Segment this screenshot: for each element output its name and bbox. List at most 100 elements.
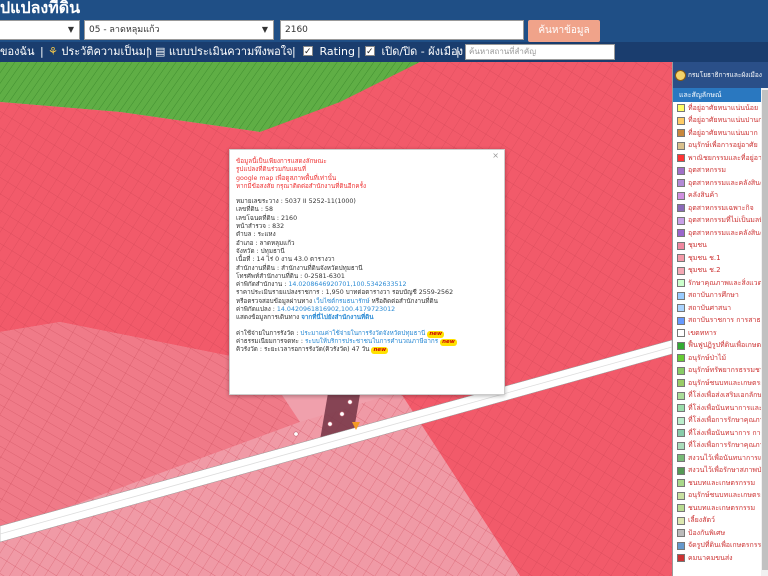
legend-label: ที่โล่งเพื่อนันทนาการและ bbox=[688, 403, 763, 412]
cityplan-checkbox[interactable] bbox=[365, 44, 375, 60]
info-office-phone: โทรศัพท์สำนักงานที่ดิน : 0-2581-6301 bbox=[236, 272, 345, 280]
legend-item: สถาบันการศึกษา bbox=[673, 290, 768, 303]
legend-swatch bbox=[677, 466, 685, 475]
legend-item: ที่โล่งเพื่อนันทนาการ การ bbox=[673, 427, 768, 440]
legend-item: ฟื้นฟูปฏิรูปที่ดินเพื่อเกษตรกรรม bbox=[673, 340, 768, 353]
legend-label: อุตสาหกรรม bbox=[688, 166, 726, 175]
province-select[interactable]: ▼ bbox=[0, 20, 80, 40]
legend-label: สงวนไว้เพื่อรักษาสภาพป่า bbox=[688, 466, 766, 475]
legend-label: คลังสินค้า bbox=[688, 191, 719, 200]
legend-label: จัดรูปที่ดินเพื่อเกษตรกรรม bbox=[688, 541, 766, 550]
legend-swatch bbox=[677, 516, 685, 525]
legend-swatch bbox=[677, 191, 685, 200]
legend-swatch bbox=[677, 291, 685, 300]
legend-item: ป้องกันพิเศษ bbox=[673, 527, 768, 540]
rating-checkbox[interactable] bbox=[303, 44, 313, 60]
legend-panel-header: กรมโยธาธิการและผังเมือง bbox=[673, 62, 768, 88]
legend-swatch bbox=[677, 491, 685, 500]
legend-item: อนุรักษ์เพื่อการอยู่อาศัย bbox=[673, 140, 768, 153]
office-coords-link[interactable]: 14.0208646920701,100.5342633512 bbox=[288, 281, 406, 288]
legend-label: สงวนไว้เพื่อนันทนาการและ bbox=[688, 453, 768, 462]
legend-item: อุตสาหกรรมและคลังสินค้า bbox=[673, 177, 768, 190]
department-logo-icon bbox=[675, 69, 686, 81]
info-directions: แสดงข้อมูลการเดินทาง จากที่นี่ไปยังสำนัก… bbox=[236, 314, 498, 322]
legend-swatch bbox=[677, 241, 685, 250]
legend-swatch bbox=[677, 416, 685, 425]
treasury-text: หรือตรวจสอบข้อมูลผ่านทาง bbox=[236, 297, 315, 305]
legend-item: อนุรักษ์ป่าไม้ bbox=[673, 352, 768, 365]
legend-label: คมนาคมขนส่ง bbox=[688, 553, 733, 562]
directions-link[interactable]: จากที่นี่ไปยังสำนักงานที่ดิน bbox=[301, 314, 373, 321]
legend-panel: กรมโยธาธิการและผังเมือง และสัญลักษณ์ ที่… bbox=[672, 62, 768, 576]
legend-item: พาณิชยกรรมและที่อยู่อาศัย bbox=[673, 152, 768, 165]
info-survey-page: หน้าสำรวจ : 832 bbox=[236, 223, 285, 231]
legend-swatch bbox=[677, 366, 685, 375]
toolbar-my-item[interactable]: ของฉัน bbox=[0, 44, 35, 60]
toolbar-survey-label: แบบประเมินความพึงพอใจ bbox=[168, 45, 293, 58]
legend-item: ที่โล่งเพื่อการรักษาคุณภาพ bbox=[673, 440, 768, 453]
legend-swatch bbox=[677, 341, 685, 350]
legend-item: เขตทหาร bbox=[673, 327, 768, 340]
legend-swatch bbox=[677, 129, 685, 138]
disclaimer-line: หากมีข้อสงสัย กรุณาติดต่อสำนักงานที่ดินอ… bbox=[236, 182, 367, 190]
info-appraisal-price: ราคาประเมินรายแปลงราชการ : 1,950 บาทต่อต… bbox=[236, 289, 454, 297]
toolbar-history[interactable]: ⚘ ประวัติความเป็นมา bbox=[48, 44, 152, 60]
toolbar-survey[interactable]: ▤ แบบประเมินความพึงพอใจ bbox=[155, 44, 293, 60]
legend-swatch bbox=[677, 529, 685, 538]
scrollbar-thumb[interactable] bbox=[762, 90, 768, 570]
header-bar: ปแปลงที่ดิน ▼ 05 - ลาดหลุมแก้ว ▼ 2160 ค้… bbox=[0, 0, 768, 42]
toolbar-separator: | bbox=[357, 45, 361, 58]
legend-label: อนุรักษ์ชนบทและเกษตรกรรม bbox=[688, 491, 768, 500]
legend-item: อนุรักษ์ชนบทและเกษตรกรรม bbox=[673, 377, 768, 390]
legend-item: อนุรักษ์ทรัพยากรธรรมชาติ bbox=[673, 365, 768, 378]
legend-swatch bbox=[677, 391, 685, 400]
legend-label: ที่โล่งเพื่อการรักษาคุณภาพ bbox=[688, 441, 768, 450]
legend-label: อนุรักษ์ทรัพยากรธรรมชาติ bbox=[688, 366, 768, 375]
legend-swatch bbox=[677, 266, 685, 275]
legend-label: ที่อยู่อาศัยหนาแน่นปานกลาง bbox=[688, 116, 768, 125]
legend-swatch bbox=[677, 154, 685, 163]
map-canvas[interactable]: × ข้อมูลนี้เป็นเพียงการแสดงลักษณะ รูปแปล… bbox=[0, 62, 672, 576]
disclaimer-line: google map เพื่อดูสภาพพื้นที่เท่านั้น bbox=[236, 174, 337, 182]
office-coords-label: ค่าพิกัดสำนักงาน : bbox=[236, 281, 289, 289]
legend-item: ชุมชน ช.1 bbox=[673, 252, 768, 265]
legend-label: ที่อยู่อาศัยหนาแน่นน้อย bbox=[688, 103, 759, 112]
toolbar-rating[interactable]: Rating bbox=[303, 44, 355, 60]
legend-item: สถาบันศาสนา bbox=[673, 302, 768, 315]
legend-item: ชุมชน ช.2 bbox=[673, 265, 768, 278]
toolbar: ของฉัน | ⚘ ประวัติความเป็นมา | ▤ แบบประเ… bbox=[0, 42, 768, 62]
toolbar-cityplan-label: เปิด/ปิด - ผังเมือง bbox=[381, 45, 464, 58]
registration-fee-link[interactable]: ระบบให้บริการประชาชนในการคำนวณภาษีอากร bbox=[305, 338, 438, 345]
legend-swatch bbox=[677, 429, 685, 438]
legend-swatch bbox=[677, 116, 685, 125]
info-district: อำเภอ : ลาดหลุมแก้ว bbox=[236, 239, 295, 247]
parcel-number-value: 2160 bbox=[285, 25, 308, 35]
info-survey-cost: ค่าใช้จ่ายในการรังวัด : ประมาณค่าใช้จ่าย… bbox=[236, 330, 498, 338]
parcel-coords-link[interactable]: 14.0420961816902,100.4179723012 bbox=[277, 306, 395, 313]
place-search-input[interactable]: ค้นหาสถานที่สำคัญ bbox=[465, 44, 615, 60]
legend-swatch bbox=[677, 316, 685, 325]
legend-swatch bbox=[677, 454, 685, 463]
parcel-number-input[interactable]: 2160 bbox=[280, 20, 524, 40]
legend-item: สงวนไว้เพื่อนันทนาการและ bbox=[673, 452, 768, 465]
district-select[interactable]: 05 - ลาดหลุมแก้ว ▼ bbox=[84, 20, 274, 40]
legend-swatch bbox=[677, 216, 685, 225]
legend-scrollbar[interactable] bbox=[761, 88, 768, 576]
toolbar-cityplan-toggle[interactable]: เปิด/ปิด - ผังเมือง bbox=[365, 44, 463, 60]
legend-label: อนุรักษ์ชนบทและเกษตรกรรม bbox=[688, 378, 768, 387]
legend-label: อุตสาหกรรมและคลังสินค้า bbox=[688, 228, 768, 237]
legend-swatch bbox=[677, 504, 685, 513]
treasury-link[interactable]: เว็บไซต์กรมธนารักษ์ bbox=[314, 298, 370, 305]
legend-label: ที่โล่งเพื่อนันทนาการ การ bbox=[688, 428, 765, 437]
legend-item: ที่อยู่อาศัยหนาแน่นน้อย bbox=[673, 102, 768, 115]
toolbar-separator: | bbox=[456, 45, 460, 58]
legend-swatch bbox=[677, 166, 685, 175]
search-button[interactable]: ค้นหาข้อมูล bbox=[528, 20, 600, 42]
chevron-down-icon: ▼ bbox=[67, 25, 74, 34]
close-icon[interactable]: × bbox=[492, 151, 499, 160]
toolbar-rating-label: Rating bbox=[319, 45, 355, 58]
survey-cost-link[interactable]: ประมาณค่าใช้จ่ายในการรังวัดจังหวัดปทุมธา… bbox=[300, 330, 425, 337]
legend-label: ชุมชน bbox=[688, 241, 707, 250]
legend-swatch bbox=[677, 254, 685, 263]
legend-item: ชุมชน bbox=[673, 240, 768, 253]
